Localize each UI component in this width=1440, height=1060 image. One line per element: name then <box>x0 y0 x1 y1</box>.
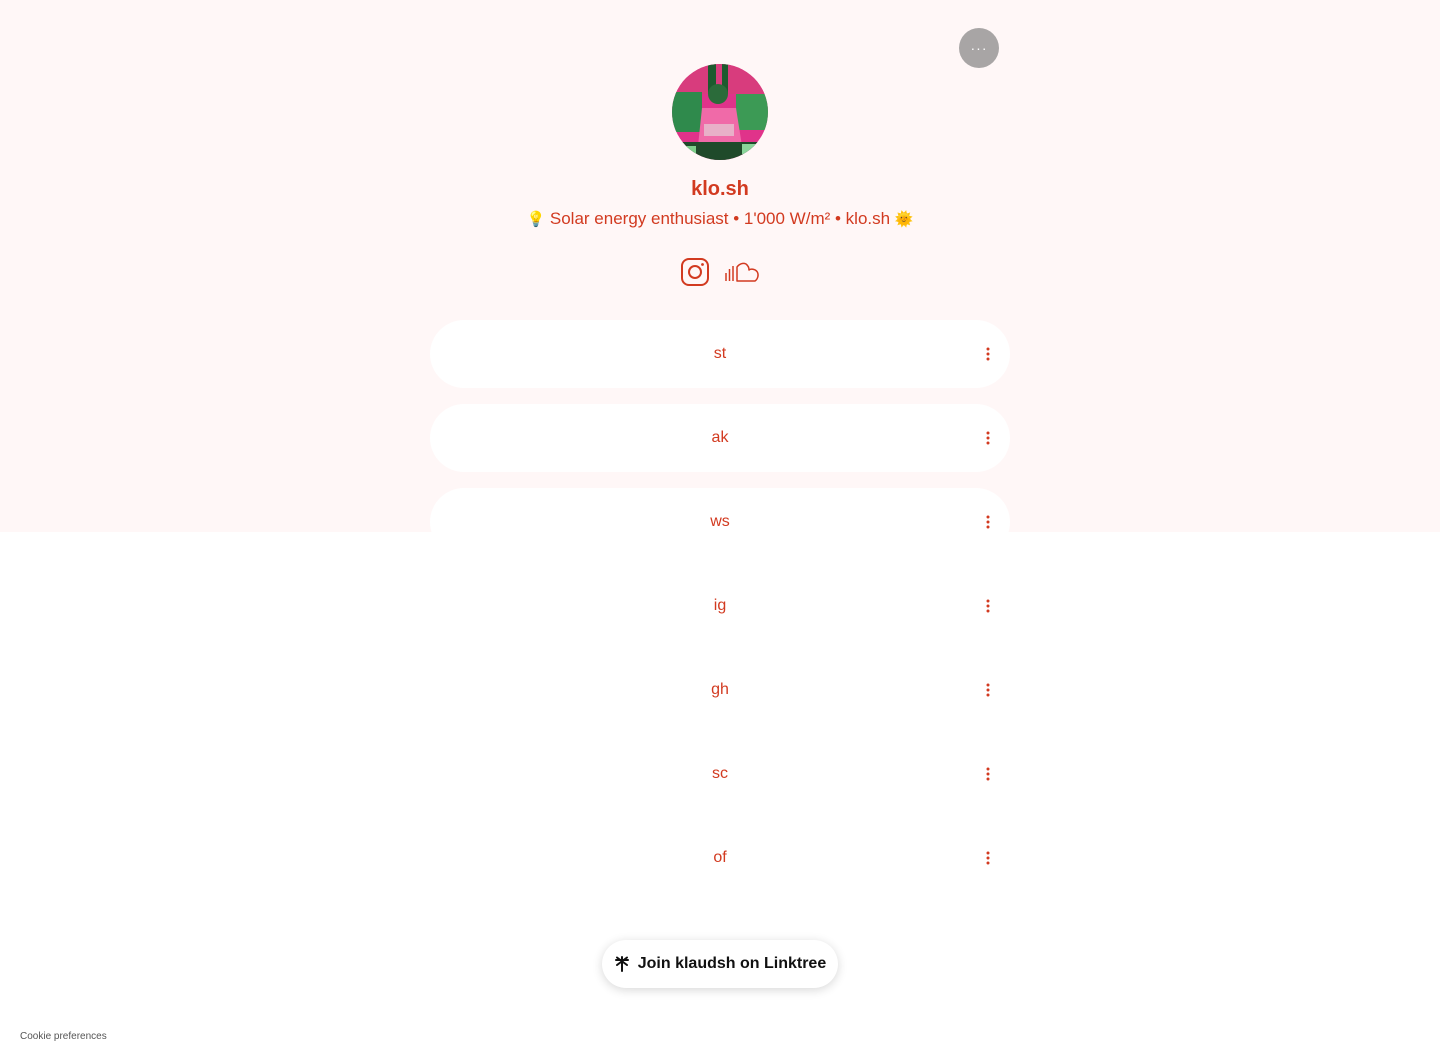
link-button-gh[interactable]: gh <box>430 656 1010 724</box>
link-button-ws[interactable]: ws <box>430 488 1010 556</box>
more-options-button[interactable]: ··· <box>959 28 999 68</box>
link-label: of <box>713 849 727 866</box>
vertical-dots-icon <box>986 431 990 445</box>
link-menu-button[interactable] <box>978 680 998 700</box>
instagram-icon <box>681 258 709 286</box>
link-label: sc <box>712 765 728 782</box>
vertical-dots-icon <box>986 599 990 613</box>
lightbulb-icon: 💡 <box>526 211 546 228</box>
link-label: st <box>713 345 727 362</box>
sun-icon: 🌞 <box>894 211 914 228</box>
soundcloud-icon <box>725 262 759 282</box>
bio-text: Solar energy enthusiast • 1'000 W/m² • k… <box>549 209 891 228</box>
link-menu-button[interactable] <box>978 764 998 784</box>
link-button-of[interactable]: of <box>430 824 1010 892</box>
join-linktree-button[interactable]: Join klaudsh on Linktree <box>602 940 838 988</box>
link-button-ig[interactable]: ig <box>430 572 1010 640</box>
soundcloud-link[interactable] <box>724 260 760 284</box>
join-linktree-label: Join klaudsh on Linktree <box>637 955 827 972</box>
vertical-dots-icon <box>986 683 990 697</box>
instagram-link[interactable] <box>680 257 710 287</box>
link-label: ig <box>713 597 727 614</box>
cookie-preferences-link[interactable]: Cookie preferences <box>20 1031 107 1042</box>
link-label: ak <box>711 429 729 446</box>
profile-name: klo.sh <box>691 178 749 200</box>
link-button-st[interactable]: st <box>430 320 1010 388</box>
vertical-dots-icon <box>986 515 990 529</box>
profile-bio: 💡 Solar energy enthusiast • 1'000 W/m² •… <box>0 209 1440 229</box>
link-button-sc[interactable]: sc <box>430 740 1010 808</box>
avatar <box>672 64 768 160</box>
linktree-logo-icon <box>614 956 629 972</box>
avatar-image <box>672 64 768 160</box>
vertical-dots-icon <box>986 347 990 361</box>
more-options-label: ··· <box>970 40 988 56</box>
link-button-ak[interactable]: ak <box>430 404 1010 472</box>
link-menu-button[interactable] <box>978 428 998 448</box>
link-label: gh <box>711 681 729 698</box>
link-menu-button[interactable] <box>978 512 998 532</box>
link-menu-button[interactable] <box>978 344 998 364</box>
link-menu-button[interactable] <box>978 596 998 616</box>
vertical-dots-icon <box>986 851 990 865</box>
linktree-page: ··· klo.sh 💡 Solar energy enthusiast • 1… <box>0 0 1440 1060</box>
link-label: ws <box>710 513 730 530</box>
social-links <box>680 256 764 288</box>
link-menu-button[interactable] <box>978 848 998 868</box>
vertical-dots-icon <box>986 767 990 781</box>
